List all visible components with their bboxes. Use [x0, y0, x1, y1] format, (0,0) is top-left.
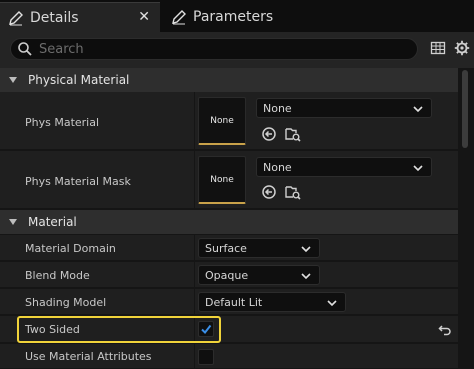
property-row-use-material-attributes: Use Material Attributes — [0, 344, 458, 369]
combo-value: Opaque — [205, 268, 249, 282]
property-label: Phys Material Mask — [25, 175, 131, 188]
column-divider — [194, 235, 195, 260]
asset-combo[interactable]: None — [256, 157, 432, 177]
scrollbar-thumb[interactable] — [462, 70, 468, 148]
combo-value: Default Lit — [205, 295, 263, 309]
use-selected-icon[interactable] — [261, 126, 277, 142]
shading-model-dropdown[interactable]: Default Lit — [198, 292, 346, 312]
pencil-icon — [9, 10, 23, 25]
chevron-down-icon — [301, 273, 311, 280]
search-box[interactable] — [10, 38, 418, 60]
asset-thumbnail[interactable]: None — [198, 97, 246, 145]
pencil-icon — [172, 10, 186, 25]
search-row — [0, 32, 474, 68]
property-label: Shading Model — [25, 296, 107, 309]
combo-value: None — [263, 160, 292, 174]
property-row-phys-material-mask: Phys Material Mask None None — [0, 151, 458, 209]
section-header-physical-material[interactable]: Physical Material — [0, 68, 458, 92]
gear-icon[interactable] — [454, 40, 470, 56]
browse-folder-icon[interactable] — [285, 126, 301, 142]
tab-label: Details — [30, 9, 79, 26]
column-divider — [194, 92, 195, 149]
combo-value: Surface — [205, 241, 247, 255]
reset-to-default-icon[interactable] — [438, 323, 452, 337]
property-row-material-domain: Material Domain Surface — [0, 235, 458, 261]
property-label: Material Domain — [25, 242, 116, 255]
tab-bar: Details ✕ Parameters — [0, 0, 474, 32]
section-header-material[interactable]: Material — [0, 210, 458, 234]
blend-mode-dropdown[interactable]: Opaque — [198, 265, 320, 285]
asset-thumbnail[interactable]: None — [198, 156, 246, 204]
chevron-down-icon — [413, 106, 423, 113]
search-input[interactable] — [39, 41, 399, 57]
chevron-down-icon — [327, 300, 337, 307]
property-label: Phys Material — [25, 116, 100, 129]
property-row-blend-mode: Blend Mode Opaque — [0, 262, 458, 288]
caret-down-icon — [9, 219, 17, 225]
section-title: Material — [28, 215, 77, 229]
column-divider — [194, 262, 195, 287]
use-material-attributes-checkbox[interactable] — [198, 349, 214, 365]
use-selected-icon[interactable] — [261, 184, 277, 200]
material-domain-dropdown[interactable]: Surface — [198, 238, 320, 258]
table-icon[interactable] — [430, 40, 446, 56]
tab-parameters[interactable]: Parameters — [163, 2, 313, 32]
highlight-box — [17, 316, 221, 343]
column-divider — [194, 151, 195, 208]
browse-folder-icon[interactable] — [285, 184, 301, 200]
property-row-shading-model: Shading Model Default Lit — [0, 289, 458, 315]
close-icon[interactable]: ✕ — [138, 9, 150, 25]
search-icon — [18, 42, 32, 56]
tab-label: Parameters — [193, 9, 274, 25]
property-label: Use Material Attributes — [25, 350, 152, 363]
asset-combo[interactable]: None — [256, 98, 432, 118]
combo-value: None — [263, 101, 292, 115]
chevron-down-icon — [301, 246, 311, 253]
property-row-phys-material: Phys Material None None — [0, 92, 458, 150]
chevron-down-icon — [413, 165, 423, 172]
column-divider — [194, 344, 195, 368]
section-title: Physical Material — [28, 73, 130, 87]
caret-down-icon — [9, 77, 17, 83]
tab-details[interactable]: Details ✕ — [0, 2, 160, 32]
column-divider — [194, 289, 195, 314]
property-label: Blend Mode — [25, 269, 90, 282]
